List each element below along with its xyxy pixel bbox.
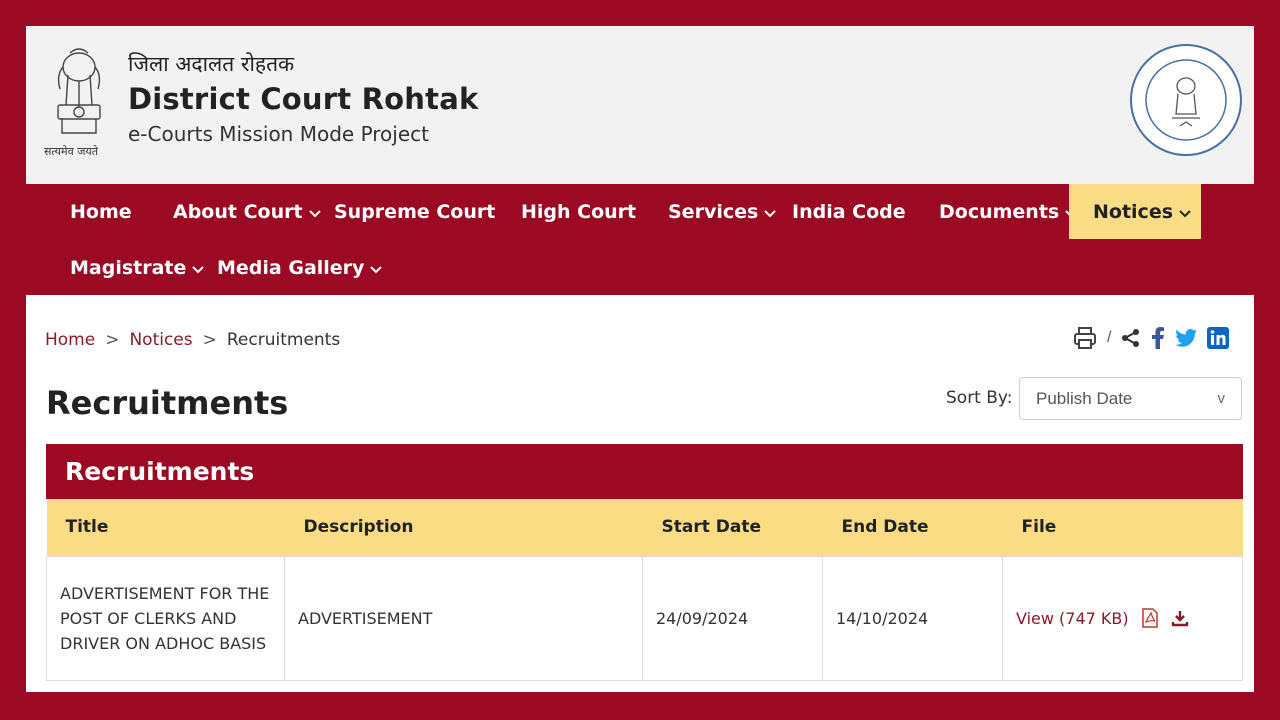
column-file: File <box>1002 499 1243 556</box>
share-icon[interactable] <box>1121 328 1141 348</box>
nav-services[interactable]: Services <box>668 184 777 239</box>
nav-media-gallery[interactable]: Media Gallery <box>217 240 383 295</box>
pdf-icon <box>1141 608 1158 628</box>
nav-documents[interactable]: Documents <box>939 184 1077 239</box>
linkedin-icon[interactable] <box>1207 327 1230 349</box>
breadcrumb: Home > Notices > Recruitments <box>45 330 340 350</box>
site-subtitle: e-Courts Mission Mode Project <box>128 122 429 146</box>
view-file-link[interactable]: View (747 KB) <box>1016 606 1129 631</box>
site-header: सत्यमेव जयते जिला अदालत रोहतक District C… <box>26 26 1254 184</box>
national-emblem-icon[interactable] <box>42 40 116 160</box>
breadcrumb-current: Recruitments <box>226 330 341 350</box>
row-file: View (747 KB) <box>1002 555 1243 681</box>
sort-label: Sort By: <box>946 388 1013 408</box>
chevron-down-icon <box>764 201 777 223</box>
row-start-date: 24/09/2024 <box>642 555 823 681</box>
table-row: ADVERTISEMENT FOR THE POST OF CLERKS AND… <box>46 555 1243 681</box>
row-end-date: 14/10/2024 <box>822 555 1003 681</box>
column-title: Title <box>46 499 285 556</box>
facebook-icon[interactable] <box>1151 327 1165 349</box>
column-start-date: Start Date <box>642 499 823 556</box>
chevron-down-icon <box>370 257 383 279</box>
table-header-row: Title Description Start Date End Date Fi… <box>46 499 1243 556</box>
share-toolbar: / <box>1073 326 1230 350</box>
print-icon[interactable] <box>1073 326 1097 350</box>
breadcrumb-separator: > <box>202 330 217 350</box>
sort-selected-value: Publish Date <box>1036 388 1133 408</box>
recruitments-table-panel: Recruitments Title Description Start Dat… <box>46 444 1243 681</box>
sort-select[interactable]: Publish Date v <box>1019 377 1242 420</box>
site-title-hindi: जिला अदालत रोहतक <box>128 52 295 76</box>
chevron-down-icon <box>1179 201 1191 223</box>
recruitments-table: Title Description Start Date End Date Fi… <box>46 499 1243 681</box>
chevron-down-icon <box>192 257 205 279</box>
nav-magistrate[interactable]: Magistrate <box>70 240 205 295</box>
row-description: ADVERTISEMENT <box>284 555 643 681</box>
toolbar-divider: / <box>1107 329 1112 346</box>
download-icon[interactable] <box>1171 609 1189 627</box>
breadcrumb-home[interactable]: Home <box>45 330 95 350</box>
nav-high-court[interactable]: High Court <box>521 184 636 239</box>
breadcrumb-separator: > <box>105 330 120 350</box>
nav-india-code[interactable]: India Code <box>792 184 906 239</box>
nav-home[interactable]: Home <box>70 184 132 239</box>
row-title: ADVERTISEMENT FOR THE POST OF CLERKS AND… <box>46 555 285 681</box>
chevron-down-icon <box>308 201 321 223</box>
twitter-icon[interactable] <box>1175 329 1198 347</box>
nav-supreme-court[interactable]: Supreme Court <box>334 184 495 239</box>
site-title[interactable]: District Court Rohtak <box>128 82 478 116</box>
main-nav: Home About Court Supreme Court High Cour… <box>26 184 1254 295</box>
table-heading: Recruitments <box>46 444 1243 499</box>
nav-about-court[interactable]: About Court <box>173 184 321 239</box>
nav-notices[interactable]: Notices <box>1069 184 1202 239</box>
high-court-seal-icon[interactable] <box>1128 42 1244 158</box>
page-title: Recruitments <box>46 384 289 422</box>
column-description: Description <box>284 499 643 556</box>
emblem-caption: सत्यमेव जयते <box>44 145 99 158</box>
breadcrumb-notices[interactable]: Notices <box>129 330 192 350</box>
chevron-down-icon: v <box>1217 390 1226 407</box>
column-end-date: End Date <box>822 499 1003 556</box>
